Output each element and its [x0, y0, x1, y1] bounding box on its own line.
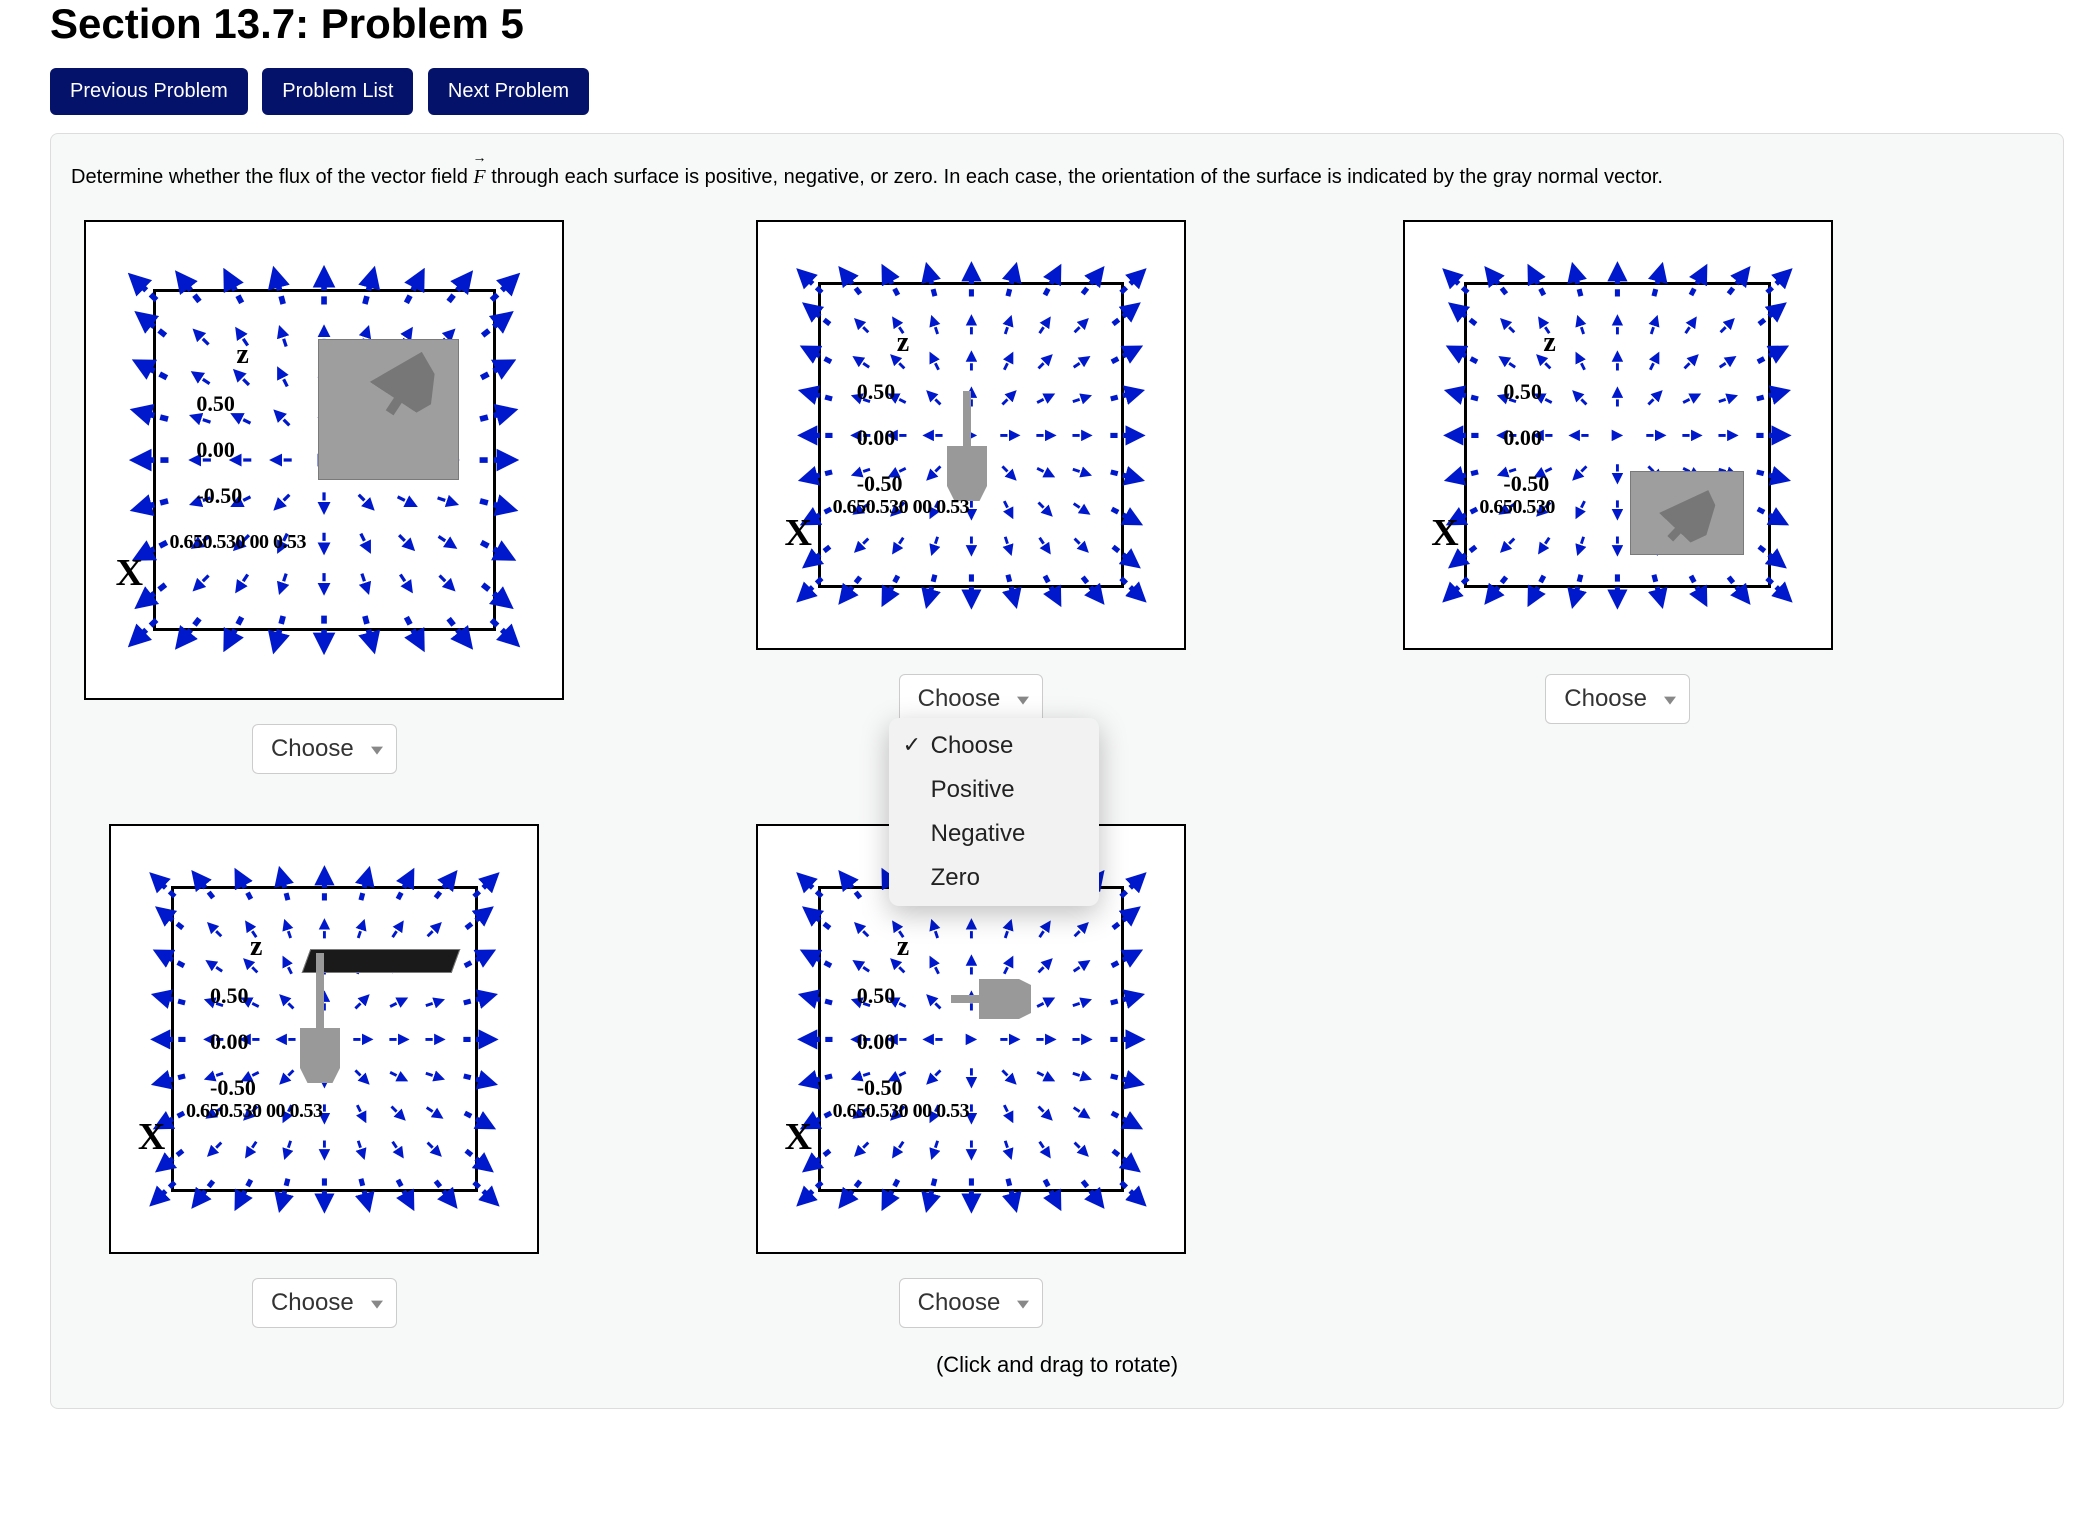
normal-vector-4	[300, 943, 340, 1083]
select-wrap-4: Choose	[252, 1278, 397, 1328]
previous-problem-button[interactable]: Previous Problem	[50, 68, 248, 115]
vector-F-symbol: →F	[473, 158, 485, 192]
page-title: Section 13.7: Problem 5	[50, 0, 2088, 48]
plot-inner-5: z 0.50 0.00 -0.50 X 0.650.530 00 0.53	[818, 886, 1125, 1193]
dropdown-option-zero[interactable]: Zero	[889, 856, 1099, 900]
select-wrap-5: Choose	[899, 1278, 1044, 1328]
x-axis-label-4: X	[138, 1115, 165, 1159]
z-tick-0: 0.50	[857, 983, 909, 1009]
instructions-post: through each surface is positive, negati…	[491, 166, 1663, 188]
xy-ticks-4: 0.650.530 00 0.53	[186, 1100, 323, 1123]
z-tick-2: -0.50	[1503, 471, 1555, 497]
vector-field-5	[791, 859, 1152, 1220]
z-tick-0: 0.50	[196, 391, 248, 417]
plot-inner-3: z 0.50 0.00 -0.50 X 0.650.530	[1464, 282, 1771, 589]
z-tick-1: 0.00	[857, 1029, 909, 1055]
z-tick-2: -0.50	[857, 471, 909, 497]
choose-select-1[interactable]: Choose	[252, 724, 397, 774]
z-tick-2: -0.50	[196, 483, 248, 509]
x-axis-label-5: X	[785, 1115, 812, 1159]
plot-cell-3: z 0.50 0.00 -0.50 X 0.650.530 Choose	[1403, 220, 1833, 774]
plot-inner-4: z 0.50 0.00 -0.50 X 0.650.530 00 0.53	[171, 886, 478, 1193]
x-axis-label-2: X	[785, 511, 812, 555]
problem-container: Determine whether the flux of the vector…	[50, 133, 2064, 1409]
x-axis-label-3: X	[1431, 511, 1458, 555]
plots-grid: z 0.50 0.00 -0.50 X 0.650.530 00 0.53 Ch…	[71, 220, 1871, 1328]
z-axis-label: z	[897, 327, 909, 359]
z-axis-label: z	[897, 931, 909, 963]
select-wrap-2: Choose Choose Positive Negative Zero	[899, 674, 1044, 724]
z-tick-1: 0.00	[196, 437, 248, 463]
z-tick-1: 0.00	[1503, 425, 1555, 451]
dropdown-option-choose[interactable]: Choose	[889, 724, 1099, 768]
plot-frame-1[interactable]: z 0.50 0.00 -0.50 X 0.650.530 00 0.53	[84, 220, 564, 700]
nav-buttons: Previous Problem Problem List Next Probl…	[50, 68, 2088, 115]
z-tick-1: 0.00	[210, 1029, 262, 1055]
choose-select-3[interactable]: Choose	[1545, 674, 1690, 724]
dropdown-option-negative[interactable]: Negative	[889, 812, 1099, 856]
normal-vector-2	[947, 381, 987, 501]
xy-ticks-2: 0.650.530 00 0.53	[833, 496, 970, 519]
plot-frame-2[interactable]: z 0.50 0.00 -0.50 X 0.650.530 00 0.53	[756, 220, 1186, 650]
choose-select-5[interactable]: Choose	[899, 1278, 1044, 1328]
instructions-pre: Determine whether the flux of the vector…	[71, 166, 473, 188]
z-tick-2: -0.50	[210, 1075, 262, 1101]
z-axis-label: z	[1543, 327, 1555, 359]
x-axis-label-1: X	[116, 551, 143, 595]
plot-inner-2: z 0.50 0.00 -0.50 X 0.650.530 00 0.53	[818, 282, 1125, 589]
plot-frame-4[interactable]: z 0.50 0.00 -0.50 X 0.650.530 00 0.53	[109, 824, 539, 1254]
z-tick-0: 0.50	[1503, 379, 1555, 405]
vector-field-3	[1437, 255, 1798, 616]
z-tick-labels-1: z 0.50 0.00 -0.50	[196, 339, 248, 529]
choose-select-2[interactable]: Choose	[899, 674, 1044, 724]
z-tick-1: 0.00	[857, 425, 909, 451]
rotate-hint: (Click and drag to rotate)	[71, 1352, 2043, 1378]
instructions-text: Determine whether the flux of the vector…	[71, 158, 2043, 192]
dropdown-menu: Choose Positive Negative Zero	[889, 718, 1099, 906]
next-problem-button[interactable]: Next Problem	[428, 68, 589, 115]
choose-select-4[interactable]: Choose	[252, 1278, 397, 1328]
z-axis-label: z	[236, 339, 248, 371]
plot-cell-4: z 0.50 0.00 -0.50 X 0.650.530 00 0.53 Ch…	[109, 824, 539, 1328]
select-wrap-3: Choose	[1545, 674, 1690, 724]
z-axis-label: z	[250, 931, 262, 963]
z-tick-0: 0.50	[857, 379, 909, 405]
xy-ticks-3: 0.650.530	[1479, 496, 1555, 519]
plot-cell-1: z 0.50 0.00 -0.50 X 0.650.530 00 0.53 Ch…	[84, 220, 564, 774]
dropdown-option-positive[interactable]: Positive	[889, 768, 1099, 812]
problem-list-button[interactable]: Problem List	[262, 68, 413, 115]
select-wrap-1: Choose	[252, 724, 397, 774]
z-tick-labels-4: z 0.50 0.00 -0.50	[210, 931, 262, 1121]
z-tick-0: 0.50	[210, 983, 262, 1009]
z-tick-labels-3: z 0.50 0.00 -0.50	[1503, 327, 1555, 517]
z-tick-labels-5: z 0.50 0.00 -0.50	[857, 931, 909, 1121]
plot-inner-1: z 0.50 0.00 -0.50 X 0.650.530 00 0.53	[153, 289, 496, 632]
z-tick-labels-2: z 0.50 0.00 -0.50	[857, 327, 909, 517]
z-tick-2: -0.50	[857, 1075, 909, 1101]
plot-frame-3[interactable]: z 0.50 0.00 -0.50 X 0.650.530	[1403, 220, 1833, 650]
xy-ticks-5: 0.650.530 00 0.53	[833, 1100, 970, 1123]
plot-cell-2: z 0.50 0.00 -0.50 X 0.650.530 00 0.53 Ch…	[756, 220, 1186, 774]
normal-vector-5	[941, 979, 1031, 1019]
xy-ticks-1: 0.650.530 00 0.53	[169, 531, 306, 554]
